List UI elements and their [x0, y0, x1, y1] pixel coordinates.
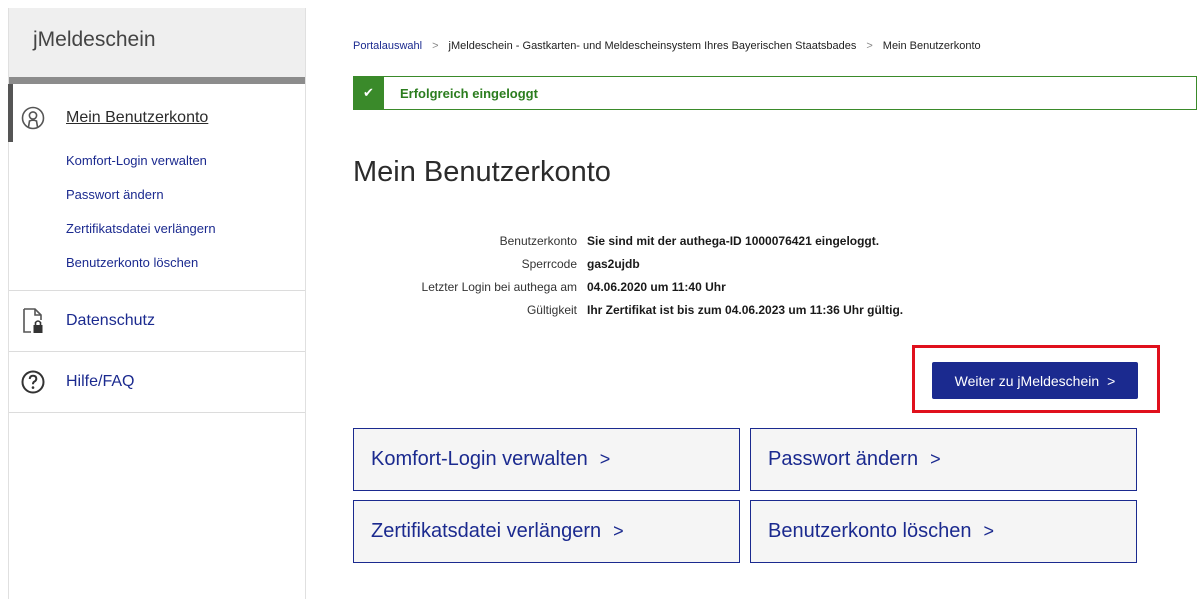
info-value: 04.06.2020 um 11:40 Uhr: [587, 279, 726, 294]
info-value: Ihr Zertifikat ist bis zum 04.06.2023 um…: [587, 302, 904, 317]
account-info: Benutzerkonto Sie sind mit der authega-I…: [353, 229, 973, 321]
sidebar-section-account: Mein Benutzerkonto Komfort-Login verwalt…: [8, 84, 305, 291]
sidebar-subnav: Komfort-Login verwalten Passwort ändern …: [9, 136, 305, 286]
active-indicator: [8, 84, 13, 142]
info-value: gas2ujdb: [587, 256, 640, 271]
breadcrumb: Portalauswahl > jMeldeschein - Gastkarten-…: [353, 40, 981, 52]
tile-passwort-aendern[interactable]: Passwort ändern >: [750, 428, 1137, 491]
question-circle-icon: [21, 369, 45, 395]
success-message: Erfolgreich eingeloggt: [400, 85, 538, 101]
info-label: Benutzerkonto: [499, 233, 577, 248]
info-row: Sperrcode gas2ujdb: [353, 252, 973, 275]
subnav-passwort-aendern[interactable]: Passwort ändern: [66, 184, 305, 218]
info-label: Sperrcode: [521, 256, 577, 271]
info-label: Letzter Login bei authega am: [421, 279, 577, 294]
breadcrumb-jmeldeschein[interactable]: jMeldeschein - Gastkarten- und Meldesche…: [449, 40, 857, 52]
subnav-komfort-login[interactable]: Komfort-Login verwalten: [66, 150, 305, 184]
info-label: Gültigkeit: [526, 302, 577, 317]
sidebar-item-account[interactable]: Mein Benutzerkonto: [9, 100, 305, 136]
tile-label: Benutzerkonto löschen: [768, 520, 972, 542]
chevron-right-icon: >: [599, 449, 611, 469]
sidebar-title: jMeldeschein: [9, 8, 305, 77]
chevron-right-icon: >: [930, 449, 941, 469]
success-alert: ✔ Erfolgreich eingeloggt: [353, 76, 1197, 110]
chevron-right-icon: >: [1107, 372, 1116, 389]
info-row: Benutzerkonto Sie sind mit der authega-I…: [353, 229, 973, 252]
main-content: Portalauswahl > jMeldeschein - Gastkarten-…: [353, 0, 1197, 599]
tile-zertifikat-verlaengern[interactable]: Zertifikatsdatei verlängern >: [353, 500, 740, 563]
tile-komfort-login[interactable]: Komfort-Login verwalten >: [353, 428, 740, 491]
sidebar-item-hilfe-label[interactable]: Hilfe/FAQ: [66, 373, 134, 391]
tile-label: Komfort-Login verwalten: [371, 448, 588, 470]
check-icon: ✔: [353, 76, 384, 110]
info-row: Gültigkeit Ihr Zertifikat ist bis zum 04…: [353, 298, 973, 321]
sidebar: jMeldeschein Mein Benutzerkonto Komfort-…: [8, 8, 306, 599]
tile-label: Zertifikatsdatei verlängern: [371, 520, 602, 542]
chevron-right-icon: >: [613, 521, 624, 541]
sidebar-item-datenschutz[interactable]: Datenschutz: [9, 291, 305, 352]
weiter-zu-jmeldeschein-button[interactable]: Weiter zu jMeldeschein >: [932, 362, 1138, 399]
breadcrumb-portalauswahl[interactable]: Portalauswahl: [353, 40, 422, 52]
tile-label: Passwort ändern: [768, 448, 919, 470]
info-value: Sie sind mit der authega-ID 1000076421 e…: [587, 233, 880, 248]
sidebar-divider: [9, 77, 305, 84]
subnav-zertifikat-verlaengern[interactable]: Zertifikatsdatei verlängern: [66, 218, 305, 252]
tile-konto-loeschen[interactable]: Benutzerkonto löschen >: [750, 500, 1137, 563]
user-circle-icon: [21, 106, 45, 130]
sidebar-item-hilfe[interactable]: Hilfe/FAQ: [9, 352, 305, 413]
breadcrumb-separator: >: [432, 40, 439, 52]
subnav-konto-loeschen[interactable]: Benutzerkonto löschen: [66, 252, 305, 286]
breadcrumb-separator: >: [866, 40, 873, 52]
page-title: Mein Benutzerkonto: [353, 156, 611, 188]
chevron-right-icon: >: [983, 521, 994, 541]
weiter-button-label: Weiter zu jMeldeschein: [954, 372, 1100, 389]
breadcrumb-current: Mein Benutzerkonto: [882, 40, 981, 52]
sidebar-item-account-label[interactable]: Mein Benutzerkonto: [66, 109, 208, 127]
info-row: Letzter Login bei authega am 04.06.2020 …: [353, 275, 973, 298]
sidebar-item-datenschutz-label[interactable]: Datenschutz: [66, 312, 155, 330]
document-lock-icon: [21, 308, 45, 334]
